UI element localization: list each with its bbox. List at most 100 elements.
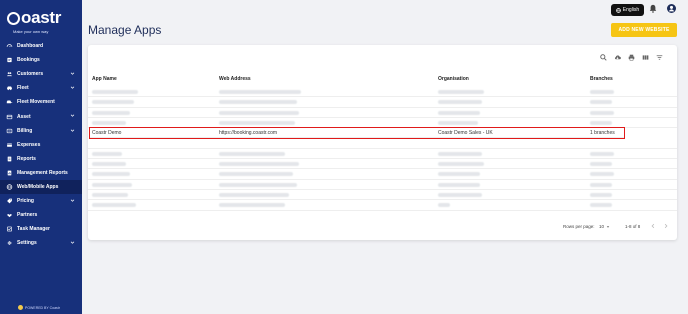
- table-cell-redacted: [219, 162, 299, 167]
- sidebar-item-label: Fleet Movement: [17, 99, 55, 106]
- sidebar-item-dashboard[interactable]: Dashboard: [0, 39, 82, 53]
- table-cell-redacted: [438, 162, 484, 167]
- sidebar-item-reports[interactable]: Reports: [0, 152, 82, 166]
- sidebar-item-fleet-movement[interactable]: Fleet Movement: [0, 95, 82, 109]
- bookings-icon: [6, 57, 13, 63]
- apps-icon: [6, 184, 13, 190]
- sidebar-item-expenses[interactable]: Expenses: [0, 138, 82, 152]
- table-row-highlighted[interactable]: Coastr Demo https://booking.coastr.com Coa…: [89, 127, 625, 139]
- table-row[interactable]: [88, 108, 677, 118]
- table-cell-redacted: [92, 120, 126, 125]
- table-cell-redacted: [438, 203, 450, 208]
- table-cell-redacted: [219, 120, 295, 125]
- table-cell-redacted: [92, 162, 126, 167]
- language-button[interactable]: English: [611, 4, 644, 16]
- sidebar-item-management-reports[interactable]: Management Reports: [0, 166, 82, 180]
- sidebar-item-label: Partners: [17, 212, 38, 219]
- table-row[interactable]: [88, 87, 677, 98]
- table-row[interactable]: [88, 180, 677, 190]
- table-cell-redacted: [219, 90, 301, 94]
- column-header-organisation[interactable]: Organisation: [438, 76, 469, 82]
- table-row[interactable]: [88, 200, 677, 211]
- sidebar-item-label: Asset: [17, 113, 31, 120]
- table-row[interactable]: [88, 149, 677, 160]
- table-cell-redacted: [590, 151, 614, 156]
- table-row[interactable]: [88, 97, 677, 108]
- table-cell-redacted: [438, 100, 482, 105]
- previous-page-icon[interactable]: [650, 223, 656, 229]
- table-row[interactable]: [88, 169, 677, 180]
- apps-table-card: App Name Web Address Organisation Branch…: [88, 45, 677, 240]
- sidebar-item-billing[interactable]: Billing: [0, 124, 82, 138]
- search-icon[interactable]: [600, 54, 607, 61]
- table-cell-redacted: [219, 182, 297, 187]
- table-header: App Name Web Address Organisation Branch…: [88, 73, 677, 85]
- table-cell-redacted: [92, 172, 130, 177]
- table-cell-organisation: Coastr Demo Sales - UK: [438, 130, 493, 137]
- table-cell-redacted: [219, 100, 297, 105]
- sidebar-item-label: Pricing: [17, 198, 34, 205]
- sidebar-item-label: Expenses: [17, 141, 41, 148]
- table-cell-redacted: [590, 90, 614, 94]
- column-header-app-name[interactable]: App Name: [92, 76, 117, 82]
- column-header-web-address[interactable]: Web Address: [219, 76, 251, 82]
- next-page-icon[interactable]: [663, 223, 669, 229]
- table-cell-redacted: [438, 182, 480, 187]
- table-cell-redacted: [92, 110, 130, 115]
- table-row[interactable]: [88, 190, 677, 201]
- sidebar: oastr Make your own way Dashboard Booking…: [0, 0, 82, 314]
- table-toolbar: [600, 54, 663, 61]
- user-avatar-icon[interactable]: [667, 4, 676, 13]
- page-title: Manage Apps: [88, 23, 162, 37]
- view-columns-icon[interactable]: [642, 54, 649, 61]
- table-row[interactable]: [88, 138, 677, 149]
- logo-ring-icon: [7, 11, 20, 25]
- table-cell-redacted: [92, 90, 138, 94]
- globe-icon: [615, 7, 621, 13]
- chevron-down-icon: [70, 71, 75, 76]
- sidebar-item-task-manager[interactable]: Task Manager: [0, 222, 82, 236]
- sidebar-item-settings[interactable]: Settings: [0, 236, 82, 250]
- table-cell-redacted: [590, 182, 612, 187]
- cloud-download-icon[interactable]: [614, 54, 621, 61]
- table-cell-redacted: [92, 192, 128, 197]
- sidebar-item-customers[interactable]: Customers: [0, 67, 82, 81]
- coastr-logo[interactable]: oastr Make your own way: [7, 8, 77, 34]
- table-row[interactable]: [88, 159, 677, 170]
- rows-per-page-select[interactable]: 10: [599, 224, 610, 229]
- sidebar-item-label: Task Manager: [17, 226, 50, 233]
- dashboard-icon: [6, 43, 13, 49]
- table-row[interactable]: [88, 118, 677, 129]
- sidebar-item-label: Reports: [17, 155, 36, 162]
- filter-icon[interactable]: [656, 54, 663, 61]
- sidebar-item-label: Customers: [17, 71, 44, 78]
- table-cell-redacted: [590, 110, 614, 115]
- chevron-down-icon: [70, 128, 75, 133]
- table-cell-redacted: [219, 151, 285, 156]
- sidebar-item-pricing[interactable]: Pricing: [0, 194, 82, 208]
- rows-per-page-value: 10: [599, 224, 605, 229]
- print-icon[interactable]: [628, 54, 635, 61]
- table-body: Coastr Demo https://booking.coastr.com Coa…: [88, 87, 677, 211]
- chevron-down-icon: [70, 113, 75, 118]
- powered-by-label: POWERED BY Coastr: [25, 305, 60, 310]
- sidebar-item-fleet[interactable]: Fleet: [0, 81, 82, 95]
- table-cell-redacted: [219, 110, 299, 115]
- sidebar-item-label: Billing: [17, 127, 33, 134]
- table-cell-redacted: [590, 172, 614, 177]
- add-new-website-button[interactable]: ADD NEW WEBSITE: [611, 23, 677, 37]
- billing-icon: [6, 128, 13, 134]
- sidebar-item-label: Settings: [17, 240, 37, 247]
- table-cell-redacted: [438, 192, 482, 197]
- sidebar-item-web-mobile-apps[interactable]: Web/Mobile Apps: [0, 179, 82, 195]
- bell-icon[interactable]: [649, 4, 657, 13]
- sidebar-item-asset[interactable]: Asset: [0, 109, 82, 123]
- table-cell-redacted: [438, 172, 480, 177]
- sidebar-item-bookings[interactable]: Bookings: [0, 53, 82, 67]
- management-reports-icon: [6, 170, 13, 176]
- brand-tagline: Make your own way: [13, 29, 49, 34]
- language-label: English: [622, 7, 640, 13]
- customers-icon: [6, 71, 13, 77]
- column-header-branches[interactable]: Branches: [590, 76, 613, 82]
- sidebar-item-partners[interactable]: Partners: [0, 208, 82, 222]
